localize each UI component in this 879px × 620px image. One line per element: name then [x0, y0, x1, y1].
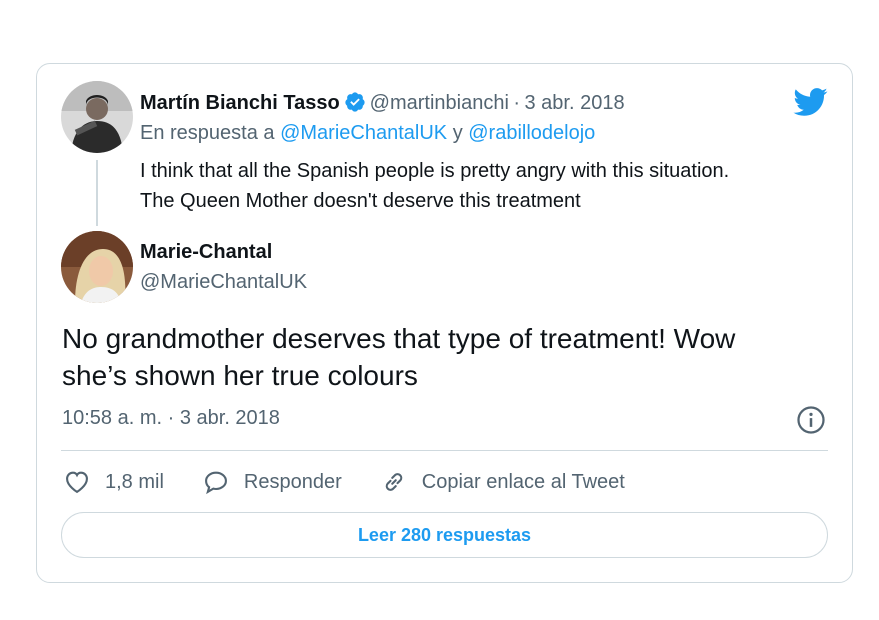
main-text-line-1: No grandmother deserves that type of tre…	[62, 323, 736, 354]
embedded-tweet-card: Martín Bianchi Tasso @martinbianchi · 3 a…	[36, 63, 853, 583]
reply-meta-separator: ·	[513, 92, 521, 114]
reply-text-line-1: I think that all the Spanish people is p…	[140, 160, 730, 182]
link-icon	[385, 473, 402, 491]
main-author-handle[interactable]: @MarieChantalUK	[140, 271, 307, 294]
main-text-line-2: she’s shown her true colours	[62, 360, 418, 391]
copy-link-button[interactable]: Copiar enlace al Tweet	[380, 468, 625, 496]
likes-count: 1,8 mil	[105, 470, 164, 493]
reply-mention-2[interactable]: @rabillodelojo	[468, 122, 595, 144]
twitter-bird-icon[interactable]	[792, 84, 828, 120]
like-button[interactable]: 1,8 mil	[63, 468, 164, 496]
heart-icon	[66, 471, 88, 494]
actions-divider	[61, 450, 828, 451]
main-tweet-text: No grandmother deserves that type of tre…	[62, 320, 822, 394]
reply-mention-1[interactable]: @MarieChantalUK	[280, 122, 447, 144]
avatar-marie-chantal[interactable]	[61, 231, 133, 303]
reply-button[interactable]: Responder	[202, 468, 342, 496]
reply-date[interactable]: 3 abr. 2018	[525, 92, 625, 114]
tweet-actions-bar: 1,8 mil Responder Copiar enlace al Tweet	[63, 468, 663, 496]
reply-label: Responder	[243, 470, 342, 493]
avatar-martin-bianchi[interactable]	[61, 81, 133, 153]
info-icon[interactable]	[796, 405, 826, 435]
reply-author-name[interactable]: Martín Bianchi Tasso	[140, 92, 340, 114]
thread-connector-line	[96, 160, 98, 226]
in-reply-to-prefix: En respuesta a	[140, 122, 275, 144]
reply-bubble-icon	[204, 471, 227, 495]
in-reply-to-row: En respuesta a @MarieChantalUK y @rabill…	[140, 122, 595, 145]
read-replies-button[interactable]: Leer 280 respuestas	[61, 512, 828, 558]
reply-author-handle[interactable]: @martinbianchi	[370, 92, 509, 114]
reply-author-row: Martín Bianchi Tasso @martinbianchi · 3 a…	[140, 91, 625, 115]
reply-conjunction: y	[452, 122, 463, 144]
verified-badge-icon	[345, 92, 365, 112]
tweet-timestamp[interactable]: 10:58 a. m. · 3 abr. 2018	[62, 407, 280, 430]
reply-tweet-text: I think that all the Spanish people is p…	[140, 156, 820, 216]
read-replies-label: Leer 280 respuestas	[357, 524, 532, 545]
copy-link-label: Copiar enlace al Tweet	[421, 470, 625, 493]
reply-text-line-2: The Queen Mother doesn't deserve this tr…	[140, 190, 581, 212]
main-author-name[interactable]: Marie-Chantal	[140, 241, 272, 264]
